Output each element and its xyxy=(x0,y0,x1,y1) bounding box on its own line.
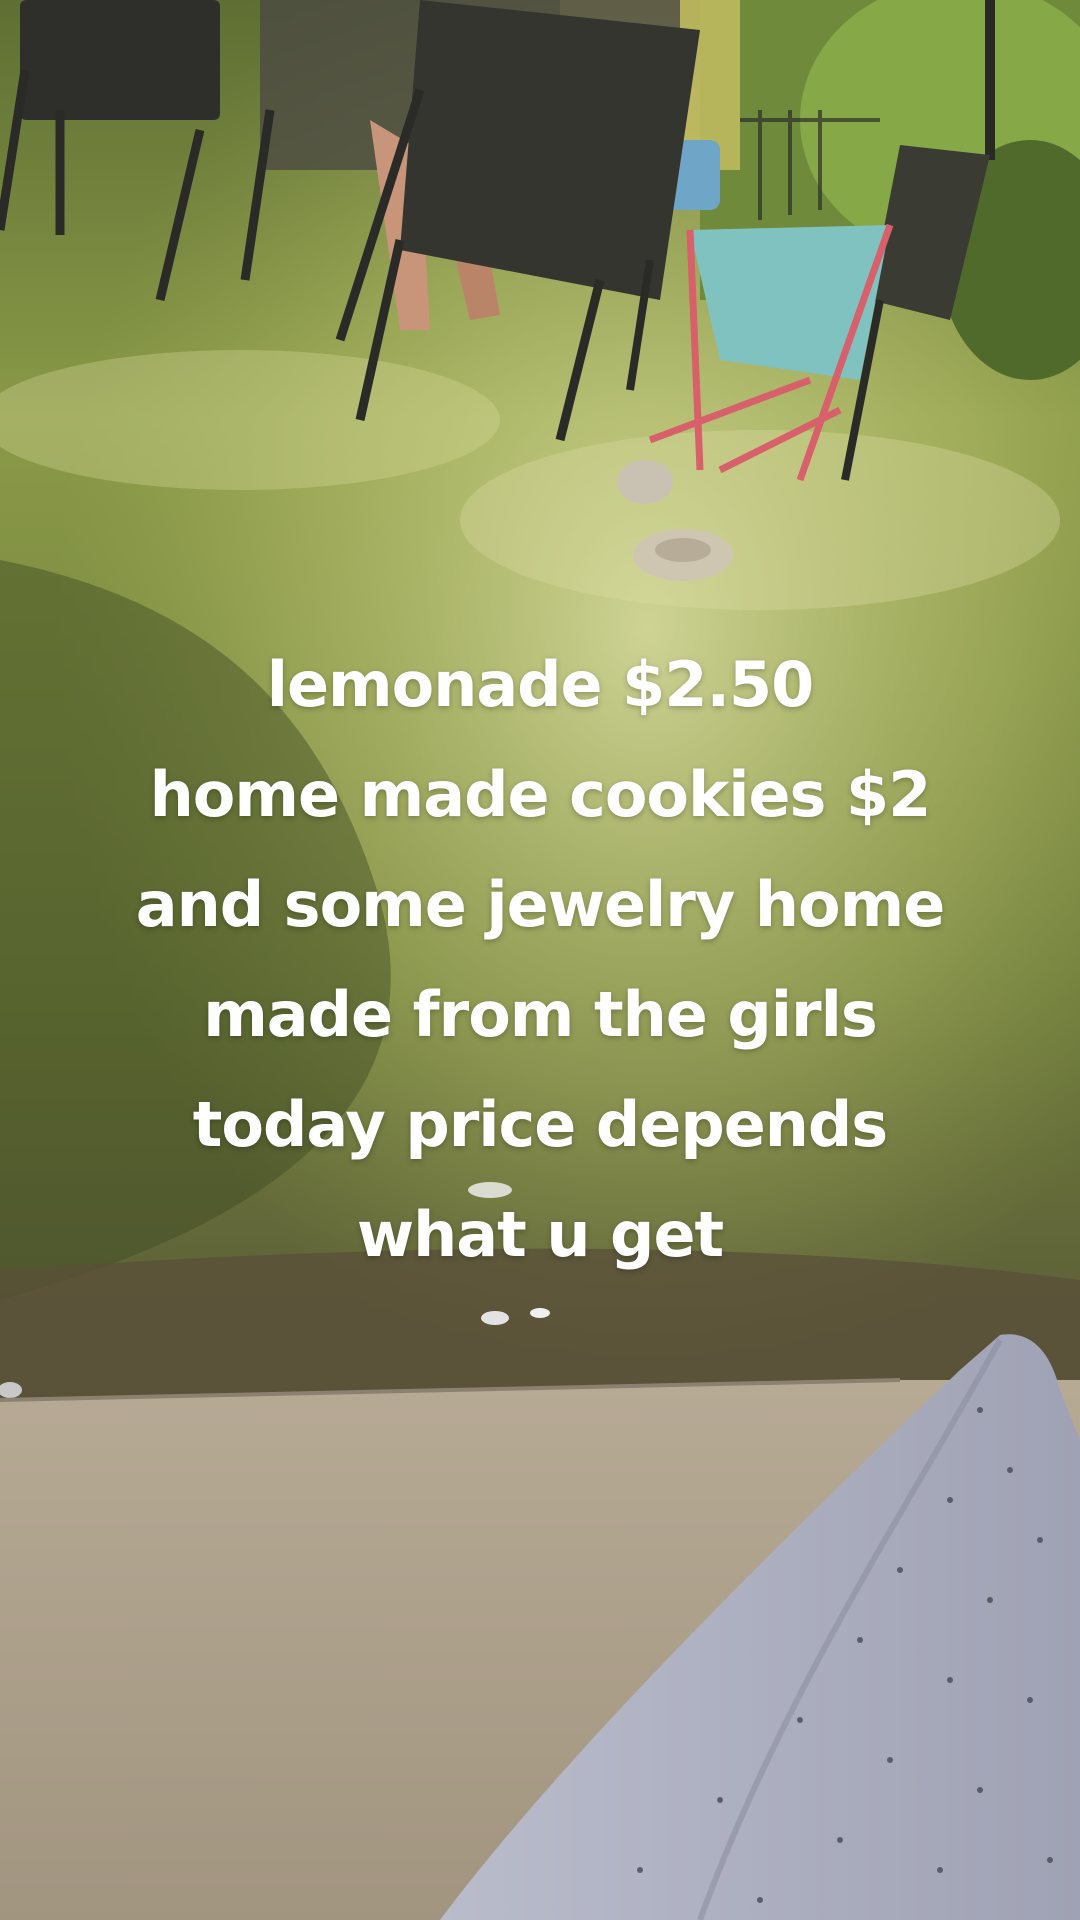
caption-line: home made cookies $2 xyxy=(149,758,932,831)
caption-line: lemonade $2.50 xyxy=(266,648,815,721)
caption-line: what u get xyxy=(356,1198,724,1271)
caption-line: made from the girls xyxy=(203,978,878,1051)
caption-line: today price depends xyxy=(192,1088,888,1161)
overlay-caption: lemonade $2.50 home made cookies $2 and … xyxy=(40,630,1040,1290)
caption-line: and some jewelry home xyxy=(135,868,946,941)
